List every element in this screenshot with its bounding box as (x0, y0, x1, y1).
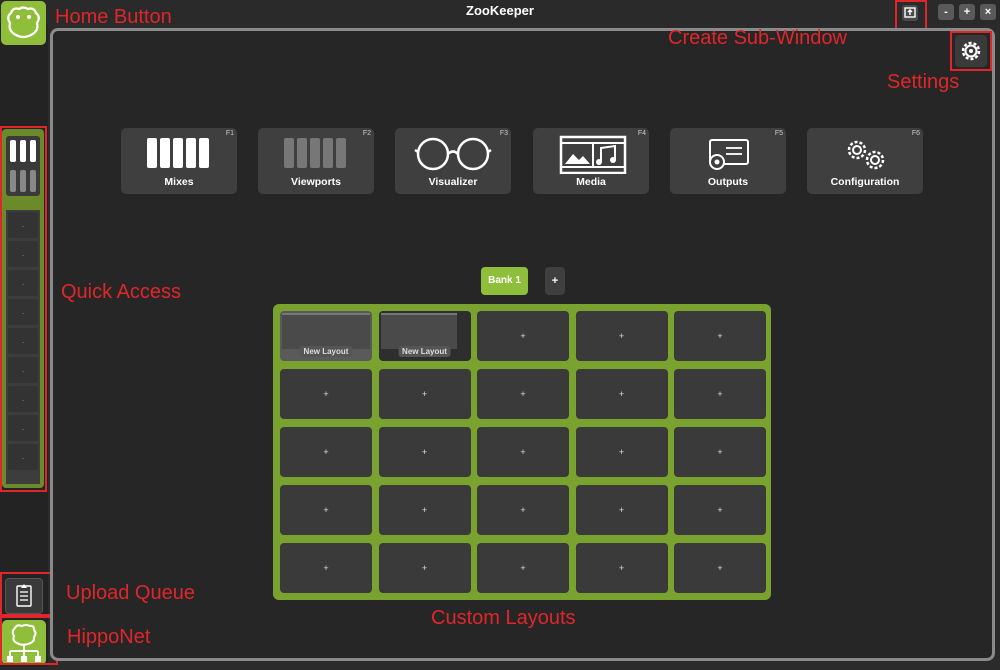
empty-layout-slot[interactable]: + (477, 311, 569, 361)
add-layout-icon: + (421, 447, 428, 457)
add-layout-icon: + (717, 505, 723, 515)
empty-layout-slot[interactable]: + (674, 427, 766, 477)
add-bank-button[interactable]: + (545, 267, 565, 295)
app-label: Outputs (707, 176, 749, 188)
app-label: Configuration (830, 176, 900, 188)
layout-preview (380, 313, 457, 349)
app-label: Media (576, 176, 606, 188)
empty-layout-slot[interactable]: + (674, 485, 766, 535)
quick-access-highlight (0, 126, 47, 492)
annotation-settings: Settings (887, 71, 960, 93)
empty-layout-slot[interactable]: + (575, 369, 668, 419)
add-layout-icon: + (323, 563, 329, 573)
layout-preview (282, 313, 370, 349)
empty-layout-slot[interactable]: + (280, 543, 372, 593)
empty-layout-slot[interactable]: + (280, 485, 372, 535)
annotation-upload-queue: Upload Queue (66, 582, 195, 604)
settings-highlight (950, 31, 992, 71)
home-button-highlight (0, 0, 48, 48)
add-layout-icon: + (421, 389, 428, 399)
app-tile-outputs[interactable]: F5 Outputs (670, 128, 786, 194)
empty-layout-slot[interactable]: + (477, 369, 569, 419)
media-icon (559, 135, 627, 174)
add-layout-icon: + (717, 389, 723, 399)
sub-window-highlight (895, 0, 927, 31)
app-tile-configuration[interactable]: F6 Configuration (807, 128, 923, 194)
app-tile-viewports[interactable]: F2 Viewports (258, 128, 374, 194)
empty-layout-slot[interactable]: + (674, 369, 766, 419)
annotation-quick-access: Quick Access (61, 281, 182, 303)
empty-layout-slot[interactable]: + (575, 311, 668, 361)
layout-name: New Layout (398, 346, 451, 357)
app-tile-visualizer[interactable]: F3 Visualizer (395, 128, 511, 194)
add-layout-icon: + (323, 505, 329, 515)
add-layout-icon: + (421, 505, 428, 515)
layout-thumbnail[interactable]: New Layout (280, 311, 372, 361)
bank-1-tab[interactable]: Bank 1 (481, 267, 528, 295)
annotation-home-button: Home Button (55, 6, 172, 28)
empty-layout-slot[interactable]: + (378, 427, 471, 477)
app-label: Viewports (291, 176, 341, 188)
add-layout-icon: + (520, 389, 526, 399)
add-layout-icon: + (520, 331, 526, 341)
add-layout-icon: + (618, 505, 625, 515)
app-label: Visualizer (428, 176, 478, 188)
empty-layout-slot[interactable]: + (378, 485, 471, 535)
add-layout-icon: + (520, 563, 526, 573)
add-layout-icon: + (421, 563, 428, 573)
empty-layout-slot[interactable]: + (477, 427, 569, 477)
maximize-button[interactable]: + (959, 4, 975, 20)
empty-layout-slot[interactable]: + (378, 543, 471, 593)
configuration-icon (847, 140, 885, 170)
empty-layout-slot[interactable]: + (575, 485, 668, 535)
add-layout-icon: + (520, 447, 526, 457)
add-layout-icon: + (618, 563, 625, 573)
empty-layout-slot[interactable]: + (575, 543, 668, 593)
layout-name: New Layout (299, 346, 353, 357)
layout-thumbnail[interactable]: New Layout (378, 311, 471, 361)
add-layout-icon: + (618, 447, 625, 457)
add-layout-icon: + (717, 447, 723, 457)
app-tile-mixes[interactable]: F1 Mixes (121, 128, 237, 194)
empty-layout-slot[interactable]: + (378, 369, 471, 419)
add-layout-icon: + (717, 563, 723, 573)
annotation-custom-layouts: Custom Layouts (431, 607, 576, 629)
add-layout-icon: + (323, 447, 329, 457)
add-layout-icon: + (618, 331, 625, 341)
close-button[interactable]: × (980, 4, 996, 20)
mixes-icon (147, 138, 209, 168)
empty-layout-slot[interactable]: + (477, 485, 569, 535)
add-layout-icon: + (520, 505, 526, 515)
custom-layouts-grid: New Layout New Layout + + + + + + + + + + + + + + + + + + + +… (273, 304, 771, 600)
minimize-button[interactable]: - (938, 4, 954, 20)
annotation-create-sub-window: Create Sub-Window (668, 27, 847, 49)
empty-layout-slot[interactable]: + (280, 427, 372, 477)
empty-layout-slot[interactable]: + (674, 311, 766, 361)
add-layout-icon: + (618, 389, 625, 399)
empty-layout-slot[interactable]: + (280, 369, 372, 419)
add-layout-icon: + (323, 389, 329, 399)
outputs-icon (709, 139, 749, 170)
visualizer-icon (414, 137, 492, 171)
viewports-icon (284, 138, 346, 168)
empty-layout-slot[interactable]: + (477, 543, 569, 593)
add-layout-icon: + (717, 331, 723, 341)
app-label: Mixes (164, 176, 194, 188)
empty-layout-slot[interactable]: + (674, 543, 766, 593)
app-tile-media[interactable]: F4 Media (533, 128, 649, 194)
annotation-hipponet: HippoNet (67, 626, 151, 648)
empty-layout-slot[interactable]: + (575, 427, 668, 477)
